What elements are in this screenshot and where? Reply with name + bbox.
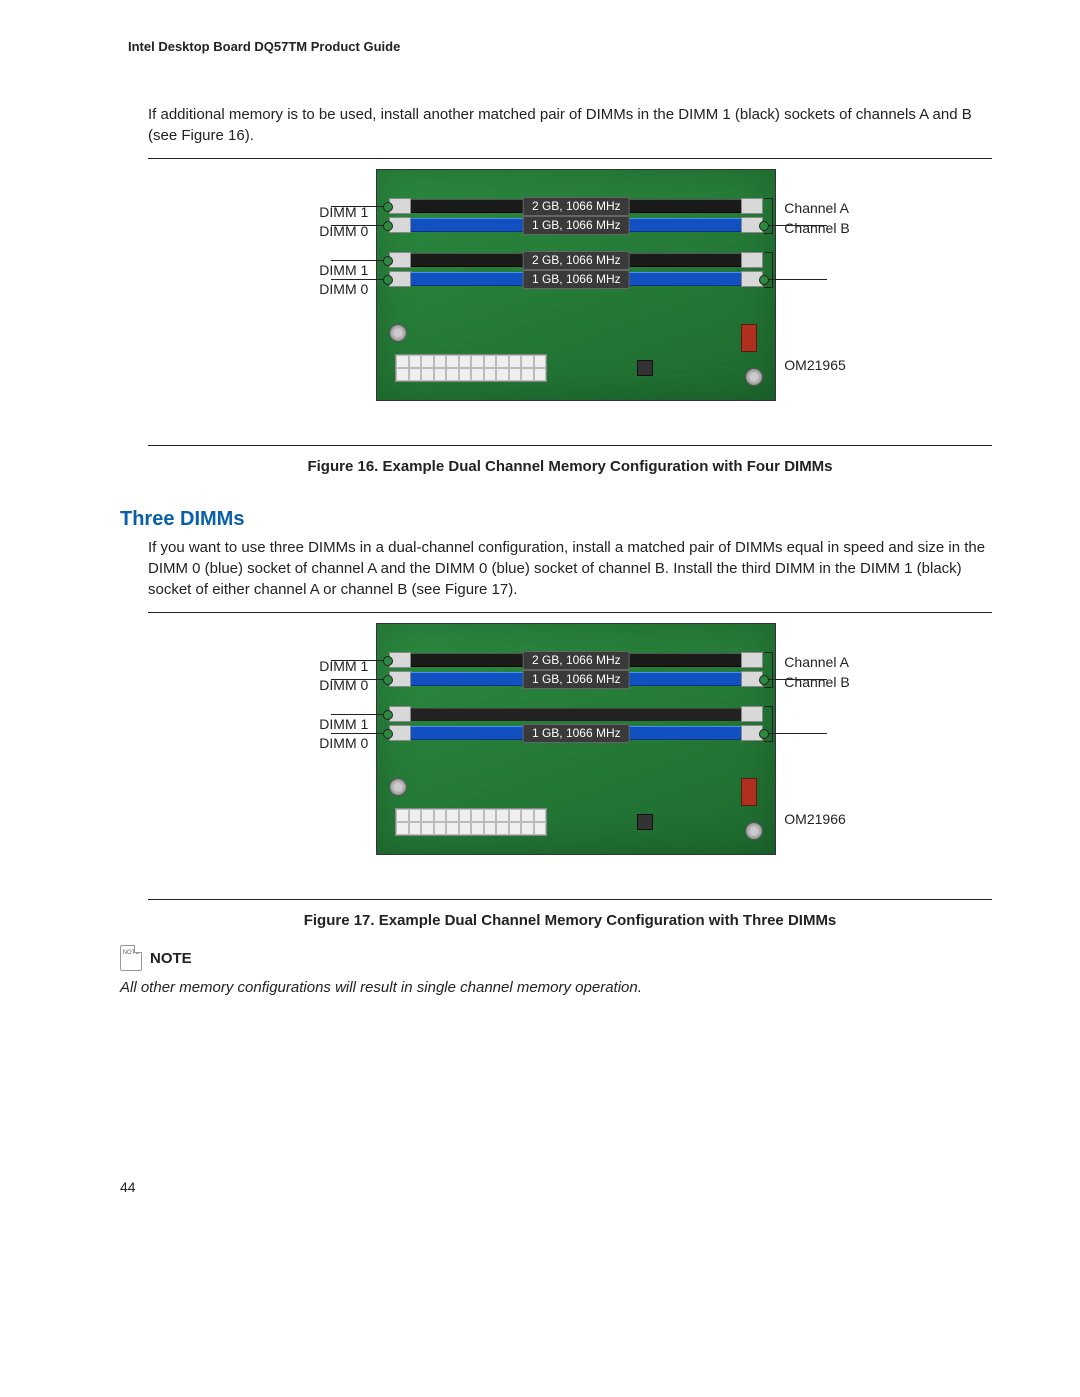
dimm-label: DIMM 1	[319, 715, 368, 734]
dimm-label: DIMM 0	[319, 734, 368, 753]
three-dimms-heading: Three DIMMs	[120, 505, 1002, 533]
note-icon: NOTE	[120, 945, 142, 971]
page-number: 44	[120, 1178, 1002, 1198]
mem-label: 1 GB, 1066 MHz	[523, 270, 630, 289]
power-connector-icon	[395, 354, 547, 382]
figure-16-caption: Figure 16. Example Dual Channel Memory C…	[148, 456, 992, 477]
figure-code: OM21966	[784, 810, 849, 830]
channel-label: Channel B	[784, 673, 849, 693]
figure-17: DIMM 1 DIMM 0 DIMM 1 DIMM 0 2 GB, 1066 M…	[148, 612, 992, 931]
note-block: NOTE NOTE All other memory configuration…	[120, 945, 1002, 998]
dimm-label: DIMM 1	[319, 261, 368, 280]
dimm-label: DIMM 0	[319, 280, 368, 299]
page-header: Intel Desktop Board DQ57TM Product Guide	[128, 38, 1002, 56]
motherboard-diagram: 2 GB, 1066 MHz 1 GB, 1066 MHz 2 GB, 1066…	[376, 169, 776, 401]
note-label: NOTE	[150, 948, 192, 969]
screw-icon	[389, 778, 407, 796]
intro-paragraph: If additional memory is to be used, inst…	[148, 104, 1002, 146]
mem-label: 1 GB, 1066 MHz	[523, 724, 630, 743]
chip-icon	[637, 814, 653, 830]
note-text: All other memory configurations will res…	[120, 977, 1002, 998]
figure-code: OM21965	[784, 356, 849, 376]
three-dimms-paragraph: If you want to use three DIMMs in a dual…	[148, 537, 1002, 600]
screw-icon	[745, 822, 763, 840]
figure-16: DIMM 1 DIMM 0 DIMM 1 DIMM 0 2 GB, 1066 M…	[148, 158, 992, 477]
figure-17-caption: Figure 17. Example Dual Channel Memory C…	[148, 910, 992, 931]
mem-label: 2 GB, 1066 MHz	[523, 651, 630, 670]
fig17-right-labels: Channel A Channel B OM21966	[784, 623, 849, 889]
power-connector-icon	[395, 808, 547, 836]
mem-label: 2 GB, 1066 MHz	[523, 197, 630, 216]
channel-label: Channel A	[784, 199, 849, 219]
mem-label: 1 GB, 1066 MHz	[523, 216, 630, 235]
component-icon	[741, 324, 757, 352]
component-icon	[741, 778, 757, 806]
screw-icon	[389, 324, 407, 342]
channel-label: Channel B	[784, 219, 849, 239]
channel-label: Channel A	[784, 653, 849, 673]
motherboard-diagram: 2 GB, 1066 MHz 1 GB, 1066 MHz 1 GB, 1066…	[376, 623, 776, 855]
fig16-right-labels: Channel A Channel B OM21965	[784, 169, 849, 435]
mem-label: 1 GB, 1066 MHz	[523, 670, 630, 689]
screw-icon	[745, 368, 763, 386]
mem-label: 2 GB, 1066 MHz	[523, 251, 630, 270]
chip-icon	[637, 360, 653, 376]
